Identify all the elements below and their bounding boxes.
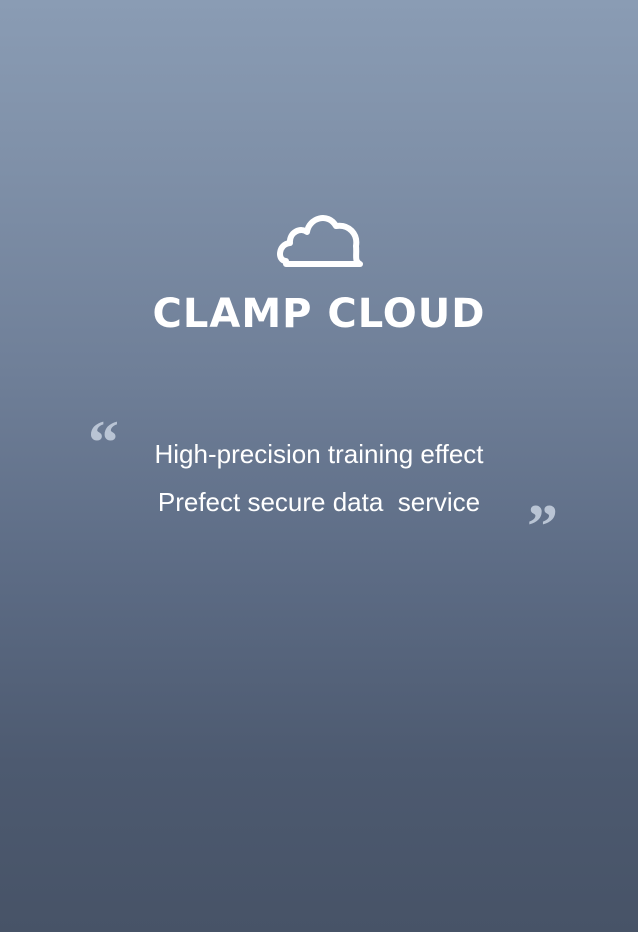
- tagline-line-1: High-precision training effect: [154, 439, 484, 469]
- brand-name: CLAMP CLOUD: [152, 291, 486, 337]
- splash-screen: CLAMP CLOUD “ High-precision training ef…: [0, 0, 638, 932]
- cloud-icon: [276, 210, 364, 268]
- close-quote-icon: ”: [527, 493, 558, 561]
